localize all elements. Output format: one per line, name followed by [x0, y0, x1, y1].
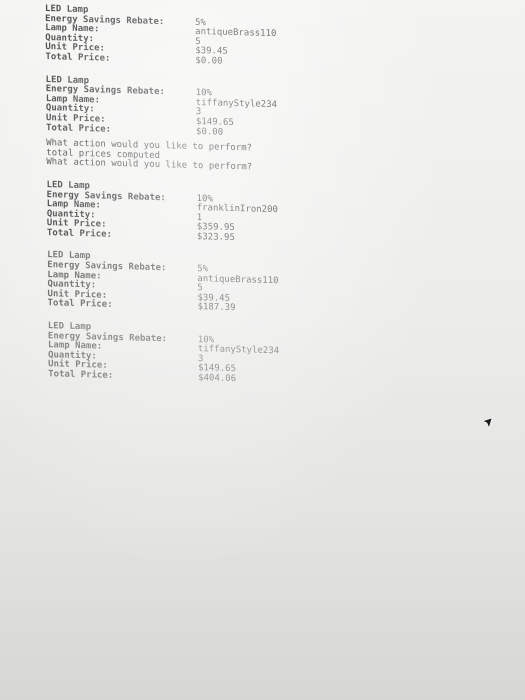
lamp-record: LED Lamp Energy Savings Rebate: 10% Lamp…: [46, 75, 467, 179]
lamp-record: LED Lamp Energy Savings Rebate: 5% Lamp …: [45, 4, 465, 74]
terminal-screen: LED Lamp Energy Savings Rebate: 5% Lamp …: [0, 0, 525, 700]
mouse-pointer-icon: [482, 417, 493, 429]
total-price-value: $187.39: [197, 302, 236, 314]
console-output: LED Lamp Energy Savings Rebate: 5% Lamp …: [45, 4, 469, 456]
lamp-record: LED Lamp Energy Savings Rebate: 10% Lamp…: [48, 321, 468, 391]
lamp-record: LED Lamp Energy Savings Rebate: 10% Lamp…: [47, 180, 467, 250]
total-price-value: $404.06: [198, 373, 237, 385]
total-price-value: $323.95: [196, 231, 235, 243]
total-price-value: $0.00: [195, 55, 223, 67]
lamp-record: LED Lamp Energy Savings Rebate: 5% Lamp …: [47, 251, 467, 321]
total-price-value: $0.00: [195, 126, 224, 138]
